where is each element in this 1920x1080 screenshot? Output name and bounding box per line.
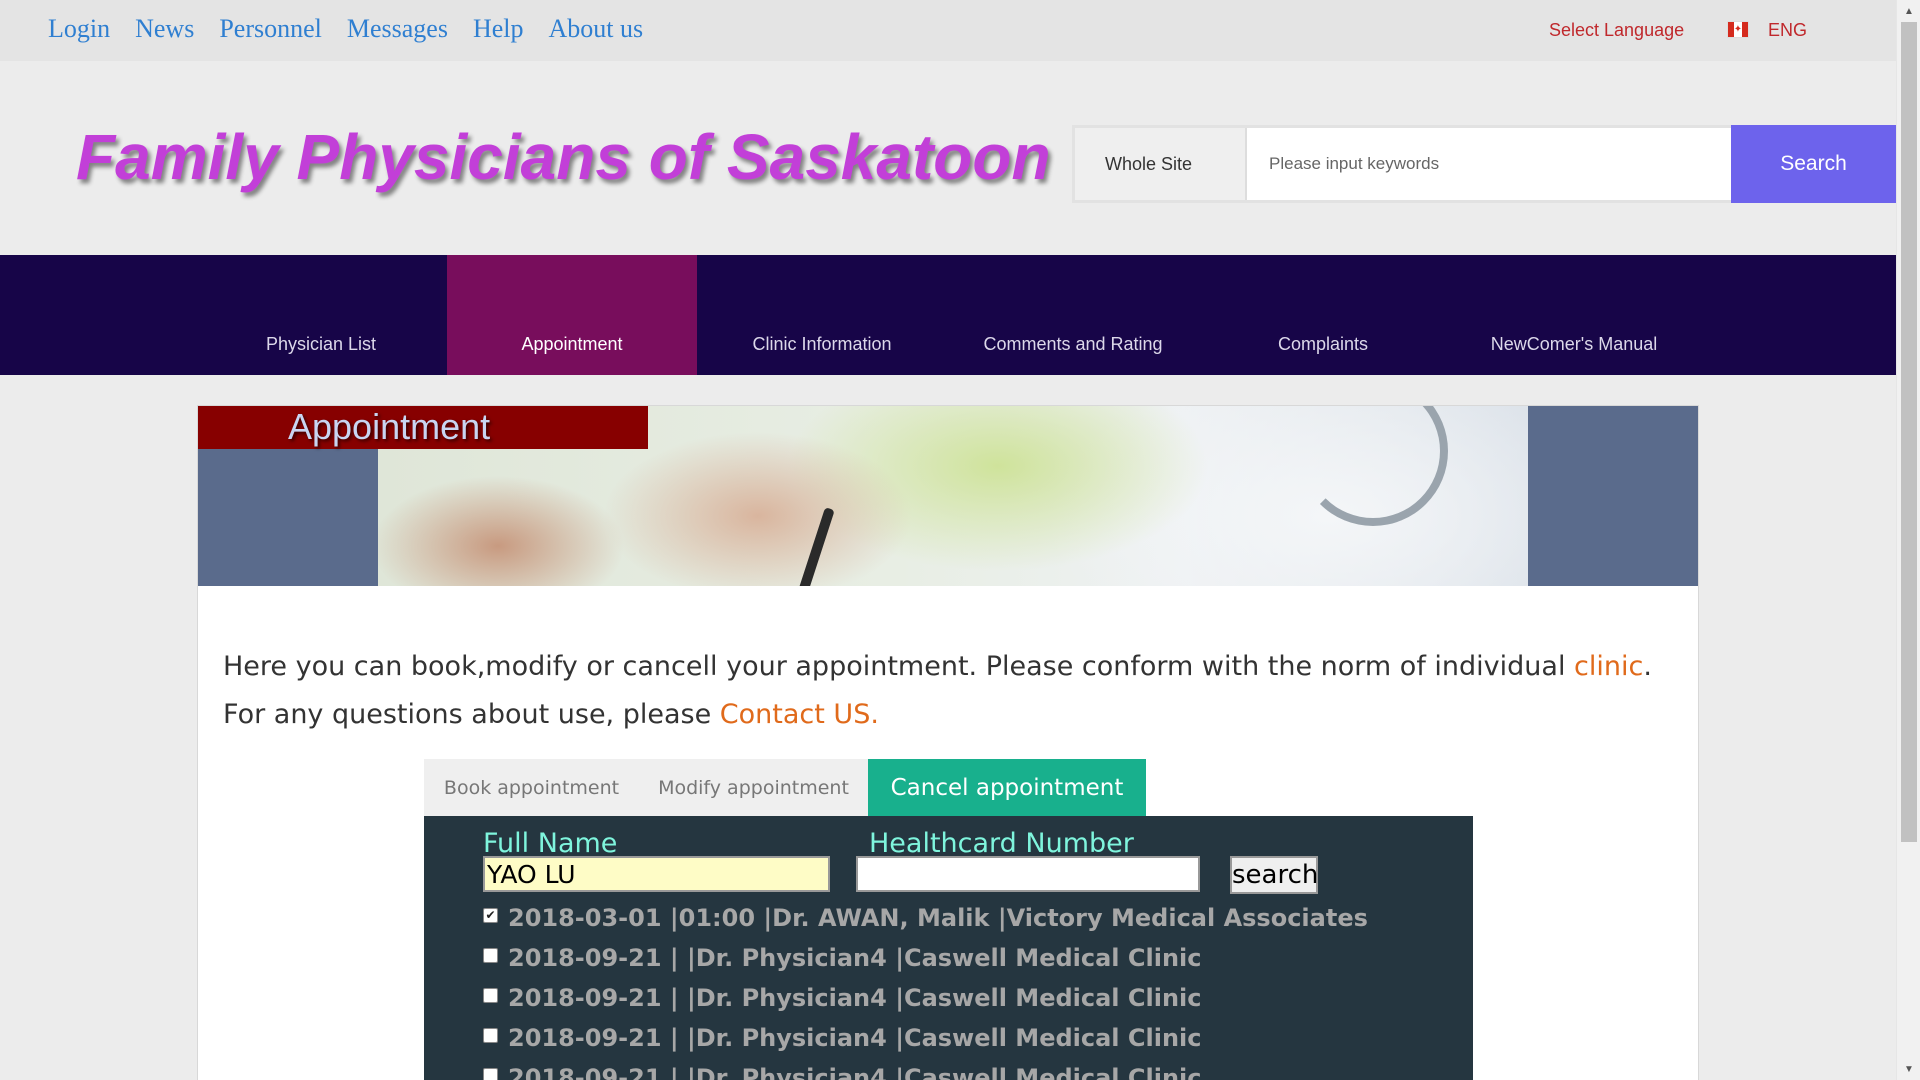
scroll-down-arrow-icon[interactable]: ▼ bbox=[1897, 1060, 1920, 1078]
intro-line-1-text: Here you can book,modify or cancell your… bbox=[223, 651, 1575, 682]
search-button[interactable]: Search bbox=[1731, 125, 1896, 203]
intro-line-2: For any questions about use, please Cont… bbox=[223, 691, 1652, 739]
appointment-text: 2018-09-21 | |Dr. Physician4 |Caswell Me… bbox=[508, 944, 1202, 972]
appointment-tabs: Book appointment Modify appointment Canc… bbox=[424, 759, 1146, 816]
full-name-input[interactable] bbox=[483, 856, 830, 892]
page-banner: Appointment bbox=[198, 406, 1698, 586]
appointment-text: 2018-03-01 |01:00 |Dr. AWAN, Malik |Vict… bbox=[508, 904, 1368, 932]
appointment-text: 2018-09-21 | |Dr. Physician4 |Caswell Me… bbox=[508, 984, 1202, 1012]
nav-physician-list[interactable]: Physician List bbox=[196, 255, 446, 375]
nav-newcomers-manual[interactable]: NewComer's Manual bbox=[1449, 255, 1699, 375]
top-links: Login News Personnel Messages Help About… bbox=[48, 14, 643, 44]
intro-line-1: Here you can book,modify or cancell your… bbox=[223, 643, 1652, 691]
site-title: Family Physicians of Saskatoon bbox=[76, 121, 1051, 193]
nav-appointment[interactable]: Appointment bbox=[447, 255, 697, 375]
full-name-label: Full Name bbox=[483, 828, 618, 859]
scroll-up-arrow-icon[interactable]: ▲ bbox=[1897, 2, 1920, 20]
page-scrollbar[interactable]: ▲ ▼ bbox=[1896, 0, 1920, 1080]
banner-title: Appointment bbox=[288, 406, 491, 447]
appointment-checkbox[interactable] bbox=[483, 1067, 498, 1080]
nav-comments-and-rating[interactable]: Comments and Rating bbox=[948, 255, 1198, 375]
nav-complaints[interactable]: Complaints bbox=[1198, 255, 1448, 375]
clinic-link[interactable]: clinic bbox=[1574, 651, 1643, 682]
help-link[interactable]: Help bbox=[473, 14, 524, 44]
main-nav: Physician List Appointment Clinic Inform… bbox=[0, 255, 1896, 375]
tab-book-appointment[interactable]: Book appointment bbox=[424, 759, 639, 816]
appointment-row: ✔ 2018-03-01 |01:00 |Dr. AWAN, Malik |Vi… bbox=[483, 898, 1368, 938]
search-scope-select[interactable]: Whole Site bbox=[1075, 128, 1247, 200]
intro-text: Here you can book,modify or cancell your… bbox=[223, 643, 1652, 739]
appointment-row: 2018-09-21 | |Dr. Physician4 |Caswell Me… bbox=[483, 978, 1368, 1018]
content-panel: Appointment Here you can book,modify or … bbox=[197, 405, 1699, 1080]
pen-shape bbox=[791, 507, 835, 586]
healthcard-number-label: Healthcard Number bbox=[869, 828, 1134, 859]
language-code[interactable]: ENG bbox=[1768, 20, 1807, 41]
select-language-link[interactable]: Select Language bbox=[1549, 20, 1684, 41]
appointment-text: 2018-09-21 | |Dr. Physician4 |Caswell Me… bbox=[508, 1064, 1202, 1080]
about-us-link[interactable]: About us bbox=[549, 14, 644, 44]
canada-flag-icon[interactable]: ✦ bbox=[1727, 21, 1749, 38]
appointment-row: 2018-09-21 | |Dr. Physician4 |Caswell Me… bbox=[483, 1018, 1368, 1058]
appointment-checkbox[interactable] bbox=[483, 987, 498, 1003]
stethoscope-shape bbox=[1298, 406, 1448, 526]
scrollbar-thumb[interactable] bbox=[1901, 22, 1917, 842]
news-link[interactable]: News bbox=[135, 14, 194, 44]
login-link[interactable]: Login bbox=[48, 14, 110, 44]
contact-us-link[interactable]: Contact US. bbox=[720, 699, 879, 730]
tab-modify-appointment[interactable]: Modify appointment bbox=[639, 759, 868, 816]
search-input[interactable] bbox=[1247, 128, 1731, 200]
appointment-search-button[interactable]: search bbox=[1230, 856, 1318, 894]
appointment-text: 2018-09-21 | |Dr. Physician4 |Caswell Me… bbox=[508, 1024, 1202, 1052]
appointment-list: ✔ 2018-03-01 |01:00 |Dr. AWAN, Malik |Vi… bbox=[483, 898, 1368, 1080]
cancel-appointment-form: Full Name Healthcard Number search ✔ 201… bbox=[424, 816, 1473, 1080]
top-bar: Login News Personnel Messages Help About… bbox=[0, 0, 1896, 61]
intro-line-1-end: . bbox=[1643, 651, 1652, 682]
appointment-checkbox[interactable]: ✔ bbox=[483, 907, 498, 923]
appointment-checkbox[interactable] bbox=[483, 947, 498, 963]
site-search: Whole Site Search bbox=[1072, 125, 1896, 203]
appointment-row: 2018-09-21 | |Dr. Physician4 |Caswell Me… bbox=[483, 1058, 1368, 1080]
tab-cancel-appointment[interactable]: Cancel appointment bbox=[868, 759, 1146, 816]
appointment-checkbox[interactable] bbox=[483, 1027, 498, 1043]
appointment-row: 2018-09-21 | |Dr. Physician4 |Caswell Me… bbox=[483, 938, 1368, 978]
intro-line-2-text: For any questions about use, please bbox=[223, 699, 720, 730]
healthcard-number-input[interactable] bbox=[856, 856, 1200, 892]
personnel-link[interactable]: Personnel bbox=[219, 14, 322, 44]
messages-link[interactable]: Messages bbox=[347, 14, 448, 44]
nav-clinic-information[interactable]: Clinic Information bbox=[697, 255, 947, 375]
